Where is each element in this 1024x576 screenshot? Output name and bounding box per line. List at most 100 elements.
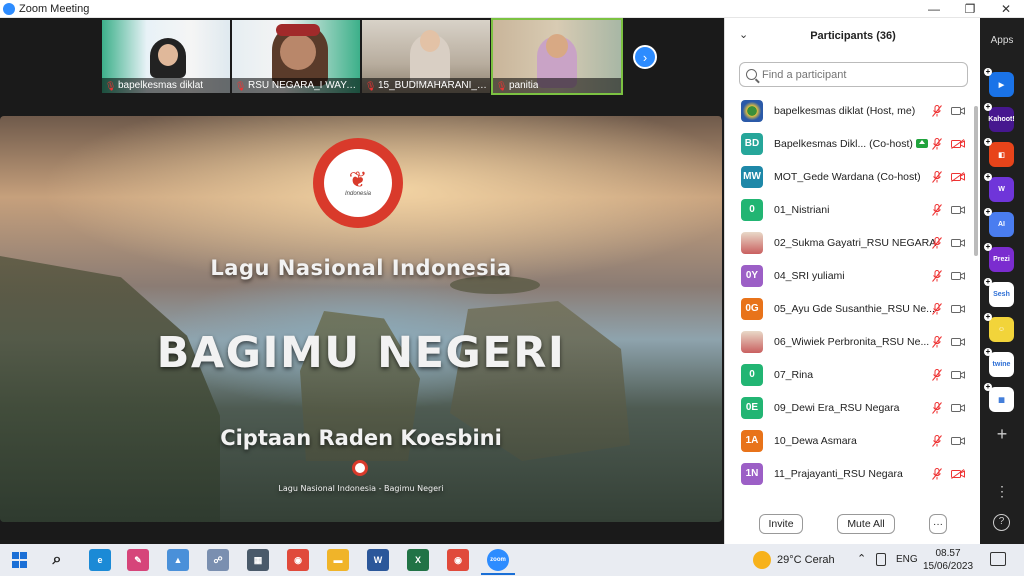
video-icon[interactable]: [951, 238, 965, 248]
participant-row[interactable]: BD Bapelkesmas Dikl... (Co-host): [725, 127, 973, 160]
participant-row[interactable]: 1N 11_Prajayanti_RSU Negara: [725, 457, 973, 490]
muted-mic-icon[interactable]: [932, 203, 942, 216]
participant-row[interactable]: 0 07_Rina: [725, 358, 973, 391]
muted-mic-icon[interactable]: [932, 236, 942, 249]
wooclap-icon[interactable]: + W: [984, 173, 1014, 202]
device-tray-icon[interactable]: [876, 553, 886, 566]
participant-name-text: 10_Dewa Asmara: [774, 434, 857, 447]
ai-app-icon[interactable]: + AI: [984, 208, 1014, 237]
video-icon[interactable]: [951, 271, 965, 281]
video-icon[interactable]: [951, 337, 965, 347]
word-icon[interactable]: W: [367, 549, 389, 571]
help-icon[interactable]: ?: [993, 514, 1010, 531]
video-off-icon[interactable]: [951, 171, 965, 182]
add-app-icon[interactable]: +: [980, 424, 1024, 445]
add-badge-icon: +: [984, 137, 992, 146]
video-icon[interactable]: [951, 205, 965, 215]
sesh-icon[interactable]: + Sesh: [984, 278, 1014, 307]
close-button[interactable]: ✕: [988, 0, 1024, 18]
next-page-button[interactable]: ›: [633, 45, 657, 69]
video-icon[interactable]: [951, 370, 965, 380]
muted-mic-icon[interactable]: [932, 434, 942, 447]
notification-icon[interactable]: [990, 552, 1006, 566]
muted-mic-icon[interactable]: [932, 137, 942, 150]
muted-mic-icon: 🎙: [496, 80, 508, 91]
participant-row[interactable]: MW MOT_Gede Wardana (Co-host): [725, 160, 973, 193]
participant-row[interactable]: 0Y 04_SRI yuliami: [725, 259, 973, 292]
participant-avatar: 0Y: [741, 264, 763, 287]
chrome-icon-2[interactable]: ◉: [447, 549, 469, 571]
video-thumbnail[interactable]: 🎙 bapelkesmas diklat: [102, 20, 230, 93]
participant-row[interactable]: 1A 10_Dewa Asmara: [725, 424, 973, 457]
mute-all-button[interactable]: Mute All: [837, 514, 895, 534]
prezi-icon[interactable]: + Prezi: [984, 243, 1014, 272]
weather-icon[interactable]: [753, 551, 771, 569]
chrome-icon[interactable]: ◉: [287, 549, 309, 571]
edge-icon[interactable]: e: [89, 549, 111, 571]
restore-button[interactable]: ❐: [952, 0, 988, 18]
add-badge-icon: +: [984, 207, 992, 216]
cliff-left-shape: [0, 256, 220, 522]
zoom-taskbar-icon[interactable]: zoom: [481, 549, 515, 575]
windows-start-icon[interactable]: [10, 551, 28, 569]
muted-mic-icon[interactable]: [932, 104, 942, 117]
app-icon-glyph: AI: [998, 221, 1005, 228]
more-apps-icon[interactable]: ⋮: [980, 484, 1024, 498]
participant-name: 11_Prajayanti_RSU Negara: [774, 468, 903, 480]
show-hidden-icons-icon[interactable]: ⌃: [857, 552, 866, 565]
muted-mic-icon[interactable]: [932, 467, 942, 480]
video-thumbnail[interactable]: 🎙 15_BUDIMAHARANI_R...: [362, 20, 490, 93]
video-thumbnail-active[interactable]: 🎙 panitia: [491, 18, 623, 95]
participant-row[interactable]: 0G 05_Ayu Gde Susanthie_RSU Ne...: [725, 292, 973, 325]
video-thumbnail[interactable]: 🎙 RSU NEGARA_I WAYA...: [232, 20, 360, 93]
more-options-button[interactable]: ···: [929, 514, 947, 534]
app-blue-icon[interactable]: ▲: [167, 549, 189, 571]
small-logo-icon: [352, 460, 368, 476]
participant-avatar: 1N: [741, 462, 763, 485]
kahoot-icon[interactable]: + Kahoot!: [984, 103, 1015, 132]
share-screen-badge-icon: [915, 139, 928, 149]
zoom-app-icon[interactable]: + ▶: [984, 68, 1014, 97]
participant-row[interactable]: 0 01_Nistriani: [725, 193, 973, 226]
language-indicator[interactable]: ENG: [896, 554, 918, 565]
thumbnail-namebar: 🎙 panitia: [493, 78, 621, 93]
muted-mic-icon[interactable]: [932, 368, 942, 381]
video-icon[interactable]: [951, 403, 965, 413]
participant-row[interactable]: 02_Sukma Gayatri_RSU NEGARA: [725, 226, 973, 259]
clock[interactable]: 08.57 15/06/2023: [918, 547, 978, 573]
video-icon[interactable]: [951, 436, 965, 446]
scrollbar-thumb[interactable]: [974, 106, 978, 256]
participant-search[interactable]: [739, 62, 968, 87]
app-red-icon[interactable]: + ◧: [984, 138, 1014, 167]
video-icon[interactable]: [951, 304, 965, 314]
weather-desc: Cerah: [804, 554, 835, 566]
weather-readout[interactable]: 29°C Cerah: [777, 554, 835, 566]
taskbar-search-icon[interactable]: ⌕: [46, 549, 68, 571]
video-off-icon[interactable]: [951, 468, 965, 479]
participant-row[interactable]: 0E 09_Dewi Era_RSU Negara: [725, 391, 973, 424]
muted-mic-icon[interactable]: [932, 170, 942, 183]
video-icon[interactable]: [951, 106, 965, 116]
calculator-icon[interactable]: ▦: [247, 549, 269, 571]
participant-row[interactable]: 06_Wiwiek Perbronita_RSU Ne...: [725, 325, 973, 358]
paint-icon[interactable]: ✎: [127, 549, 149, 571]
participant-list-scrollbar[interactable]: [973, 94, 979, 500]
emoji-app-icon[interactable]: + ☺: [984, 313, 1014, 342]
file-explorer-icon[interactable]: ▬: [327, 549, 349, 571]
minimize-button[interactable]: —: [916, 0, 952, 18]
video-off-icon[interactable]: [951, 138, 965, 149]
search-input[interactable]: [762, 68, 962, 81]
twine-icon[interactable]: + twine: [984, 348, 1014, 377]
participant-row[interactable]: bapelkesmas diklat (Host, me): [725, 94, 973, 127]
grid-app-icon[interactable]: + ▦: [984, 383, 1014, 412]
network-icon[interactable]: ☍: [207, 549, 229, 571]
muted-mic-icon[interactable]: [932, 269, 942, 282]
app-icon-glyph: Prezi: [993, 256, 1010, 263]
excel-icon[interactable]: X: [407, 549, 429, 571]
muted-mic-icon[interactable]: [932, 302, 942, 315]
invite-button[interactable]: Invite: [759, 514, 803, 534]
muted-mic-icon[interactable]: [932, 335, 942, 348]
taskbar-icon-glyph: e: [97, 555, 103, 565]
muted-mic-icon[interactable]: [932, 401, 942, 414]
collapse-chevron-icon[interactable]: ⌄: [739, 28, 748, 41]
